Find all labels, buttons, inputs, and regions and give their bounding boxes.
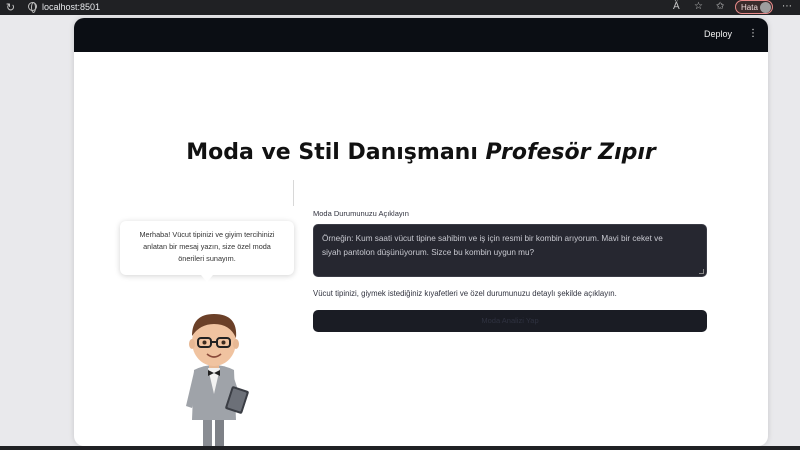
column-divider (293, 180, 294, 206)
taskbar-edge (0, 446, 800, 450)
resize-handle-icon[interactable] (699, 269, 704, 274)
title-emphasis: Profesör Zıpır (485, 140, 656, 165)
title-main: Moda ve Stil Danışmanı (186, 140, 486, 165)
fashion-description-textarea[interactable]: Örneğin: Kum saati vücut tipine sahibim … (313, 224, 707, 277)
bubble-line-1: Merhaba! Vücut tipinizi ve giyim tercihi… (139, 230, 275, 239)
speech-bubble: Merhaba! Vücut tipinizi ve giyim tercihi… (120, 221, 294, 275)
url-text: localhost:8501 (42, 2, 101, 12)
placeholder-line-2: siyah pantolon düşünüyorum. Sizce bu kom… (322, 248, 535, 257)
kebab-menu-icon[interactable]: ⋮ (748, 28, 758, 40)
deploy-button[interactable]: Deploy (704, 29, 732, 39)
page-title: Moda ve Stil Danışmanı Profesör Zıpır (74, 140, 768, 165)
address-bar[interactable]: localhost:8501 (22, 0, 682, 14)
reader-mode-icon[interactable]: Aͤ (673, 0, 680, 14)
input-help-text: Vücut tipinizi, giymek istediğiniz kıyaf… (313, 289, 617, 298)
avatar (760, 2, 771, 13)
profile-error-label: Hata (741, 3, 758, 12)
browser-menu-icon[interactable]: ⋯ (782, 0, 792, 14)
star-icon[interactable]: ☆ (694, 0, 703, 14)
bubble-line-2: anlatan bir mesaj yazın, size özel moda (143, 242, 271, 251)
favorites-icon[interactable]: ✩ (716, 0, 724, 14)
globe-icon (28, 2, 37, 13)
bubble-line-3: önerileri sunayım. (178, 254, 236, 263)
professor-character-illustration (186, 314, 249, 446)
refresh-icon[interactable]: ↻ (4, 1, 17, 14)
app-header: Deploy ⋮ (74, 18, 768, 52)
app-window: Deploy ⋮ Moda ve Stil Danışmanı Profesör… (74, 18, 768, 446)
placeholder-line-1: Örneğin: Kum saati vücut tipine sahibim … (322, 234, 663, 243)
browser-toolbar: ↻ localhost:8501 Aͤ ☆ ✩ Hata ⋯ (0, 0, 800, 15)
analyze-button[interactable]: Moda Analizi Yap (313, 310, 707, 332)
fashion-input-label: Moda Durumunuzu Açıklayın (313, 209, 409, 218)
profile-button[interactable]: Hata (735, 0, 773, 14)
speech-bubble-tail (201, 275, 213, 282)
